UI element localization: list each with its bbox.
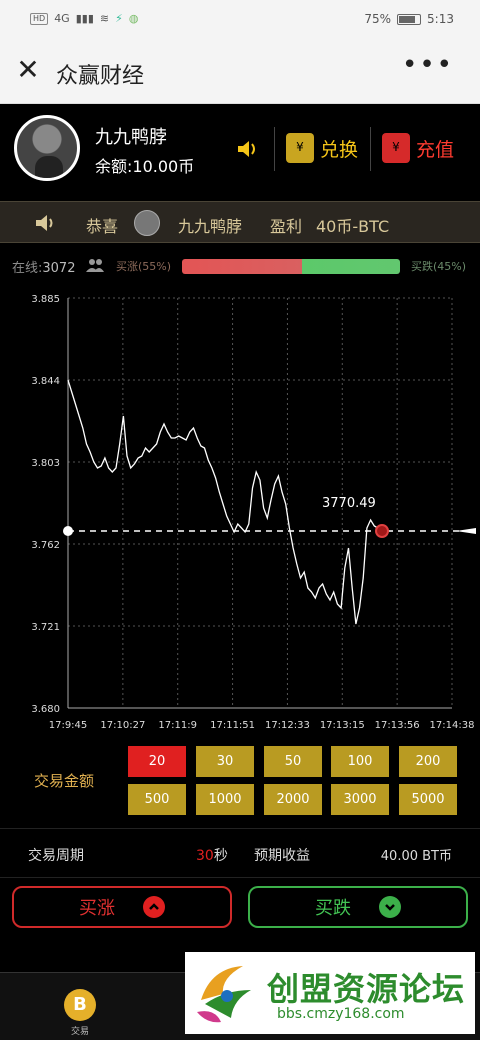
y-tick-label: 3.885	[31, 294, 60, 305]
x-tick-label: 17:11:51	[210, 720, 255, 731]
exchange-icon	[286, 133, 314, 163]
current-price-marker	[375, 524, 389, 538]
y-tick-label: 3.680	[31, 704, 60, 715]
network-type: 4G	[54, 12, 70, 25]
amount-option-30[interactable]: 30	[196, 746, 254, 777]
congrats-text: 恭喜	[86, 217, 119, 236]
user-panel: 九九鸭脖 余额:10.00币 兑换 充值	[0, 105, 480, 200]
speaker-icon	[36, 215, 53, 231]
x-tick-label: 17:14:38	[430, 720, 475, 731]
trade-info: 交易周期 30秒 预期收益 40.00 BT币	[0, 828, 480, 878]
more-menu-icon[interactable]: •••	[402, 50, 454, 80]
nav-item-trade[interactable]: B 交易	[58, 989, 102, 1037]
forum-logo-icon	[197, 966, 251, 1023]
profit-value: 40币-BTC	[316, 217, 390, 236]
x-tick-label: 17:9:45	[49, 720, 88, 731]
sentiment-bar	[182, 259, 400, 274]
y-tick-label: 3.762	[31, 540, 60, 551]
entry-marker-right	[456, 528, 476, 534]
amount-option-100[interactable]: 100	[331, 746, 389, 777]
amount-option-50[interactable]: 50	[264, 746, 322, 777]
x-tick-label: 17:13:56	[375, 720, 420, 731]
amount-option-1000[interactable]: 1000	[196, 784, 254, 815]
nav-label-trade: 交易	[70, 1027, 89, 1037]
watermark-url: bbs.cmzy168.com	[277, 1006, 405, 1022]
buy-down-button[interactable]: 买跌	[248, 886, 468, 928]
online-count: 在线:3072	[12, 261, 76, 276]
x-tick-label: 17:10:27	[100, 720, 145, 731]
trade-period-label: 交易周期	[28, 848, 84, 864]
winner-name: 九九鸭脖	[178, 217, 243, 236]
divider	[274, 127, 275, 171]
avatar[interactable]	[14, 115, 80, 181]
sentiment-row: 在线:3072 买涨(55%) 买跌(45%)	[0, 250, 480, 282]
buy-up-label: 买涨	[79, 898, 115, 919]
amount-option-20[interactable]: 20	[128, 746, 186, 777]
congrats-banner: 恭喜 九九鸭脖 盈利 40币-BTC	[0, 201, 480, 243]
profit-label: 盈利	[270, 217, 303, 236]
watermark-text: 创盟资源论坛	[267, 970, 466, 1008]
title-bar: ✕ 众赢财经 •••	[0, 40, 480, 104]
signal-icon: ▮▮▮	[75, 12, 94, 25]
x-tick-label: 17:13:15	[320, 720, 365, 731]
recharge-button[interactable]: 充值	[382, 133, 454, 163]
trade-period-value[interactable]: 30秒	[196, 845, 228, 865]
close-icon[interactable]: ✕	[14, 56, 42, 84]
notification-icon: ◍	[128, 12, 139, 25]
amount-option-5000[interactable]: 5000	[399, 784, 457, 815]
amount-option-2000[interactable]: 2000	[264, 784, 322, 815]
wifi-icon: ≋	[99, 12, 110, 25]
y-tick-label: 3.803	[31, 458, 60, 469]
amount-option-200[interactable]: 200	[399, 746, 457, 777]
sound-icon[interactable]	[236, 138, 260, 160]
expected-return-value: 40.00 BT币	[380, 849, 452, 864]
battery-percent: 75%	[364, 12, 392, 26]
price-chart-svg: 17:9:45 17:10:27 17:11:9 17:11:51 17:12:33 17…	[31, 294, 476, 731]
sentiment-down-fill	[301, 259, 400, 274]
exchange-label: 兑换	[320, 138, 359, 161]
amount-label: 交易金额	[34, 772, 95, 790]
people-icon	[86, 259, 104, 272]
page-title: 众赢财经	[56, 64, 145, 89]
battery-icon	[397, 13, 422, 25]
price-chart: 17:9:45 17:10:27 17:11:9 17:11:51 17:12:33 17…	[0, 286, 480, 741]
divider	[370, 127, 371, 171]
sentiment-up-fill	[182, 259, 302, 274]
balance: 余额:10.00币	[95, 157, 195, 176]
buy-down-label: 买跌	[315, 898, 351, 919]
chevron-up-icon	[143, 896, 165, 918]
watermark: 创盟资源论坛 bbs.cmzy168.com	[185, 952, 475, 1034]
bitcoin-icon: B	[64, 989, 96, 1021]
y-tick-label: 3.844	[31, 376, 60, 387]
clock: 5:13	[427, 12, 454, 26]
amount-option-500[interactable]: 500	[128, 784, 186, 815]
chevron-down-icon	[379, 896, 401, 918]
winner-avatar	[134, 210, 160, 236]
buy-up-button[interactable]: 买涨	[12, 886, 232, 928]
exchange-button[interactable]: 兑换	[286, 133, 358, 163]
hd-icon: HD	[30, 12, 49, 25]
charging-icon: ⚡	[115, 12, 123, 25]
entry-marker-left	[63, 526, 73, 536]
status-bar: HD 4G ▮▮▮ ≋ ⚡ ◍ 75% 5:13	[0, 0, 480, 40]
buy-down-percent: 买跌(45%)	[410, 260, 466, 273]
y-tick-label: 3.721	[31, 622, 60, 633]
current-price-label: 3770.49	[322, 496, 376, 511]
amount-option-3000[interactable]: 3000	[331, 784, 389, 815]
recharge-label: 充值	[416, 138, 455, 161]
recharge-icon	[382, 133, 410, 163]
buy-up-percent: 买涨(55%)	[116, 260, 172, 273]
x-tick-label: 17:11:9	[158, 720, 197, 731]
expected-return-label: 预期收益	[254, 848, 310, 864]
username: 九九鸭脖	[95, 127, 167, 148]
x-tick-label: 17:12:33	[265, 720, 310, 731]
